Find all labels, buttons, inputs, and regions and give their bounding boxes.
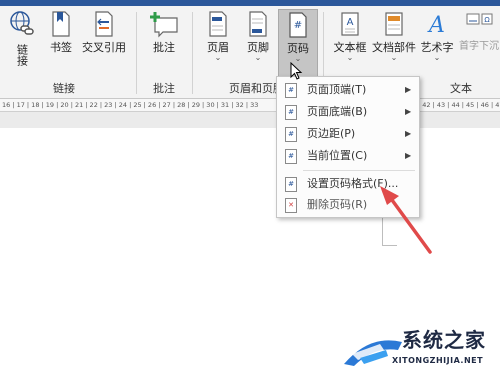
bookmark-label: 书签	[50, 41, 72, 54]
watermark-url: XITONGZHIJIA.NET	[392, 356, 484, 365]
submenu-arrow-icon: ▶	[405, 151, 412, 160]
menu-item-label: 设置页码格式(F)...	[307, 177, 399, 190]
horizontal-ruler[interactable]: 16 | 17 | 18 | 19 | 20 | 21 | 22 | 23 | …	[0, 99, 500, 112]
chevron-down-icon: ⌄	[214, 53, 222, 62]
link-button[interactable]: 链接	[6, 10, 38, 69]
link-label: 链接	[15, 44, 29, 66]
page-margins-icon: #	[285, 127, 297, 142]
format-page-number-icon: #	[285, 177, 297, 192]
svg-text:A: A	[347, 17, 354, 28]
footer-icon	[249, 11, 267, 37]
menu-item-label: 删除页码(R)	[307, 198, 368, 211]
small-insert-tools: Ω	[462, 12, 498, 41]
page-bottom-icon: #	[285, 105, 297, 120]
wordart-icon: A	[427, 13, 445, 38]
current-position-icon: #	[285, 149, 297, 164]
menu-item-label: 页面顶端(T)	[307, 83, 367, 96]
signature-line-icon[interactable]: Ω	[465, 12, 495, 38]
comment-label: 批注	[153, 41, 175, 54]
ruler-ticks-right: | 42 | 43 | 44 | 45 | 46 | 47 | 48 |	[418, 101, 500, 109]
new-comment-button[interactable]: 批注	[144, 10, 184, 54]
menu-item-format-page-numbers[interactable]: # 设置页码格式(F)...	[277, 173, 419, 195]
group-label-text: 文本	[450, 82, 472, 95]
submenu-arrow-icon: ▶	[405, 107, 412, 116]
chevron-down-icon: ⌄	[390, 53, 398, 62]
page-top-icon: #	[285, 83, 297, 98]
ribbon-separator	[136, 12, 137, 94]
menu-item-page-margins[interactable]: # 页边距(P) ▶	[277, 123, 419, 145]
header-icon	[209, 11, 227, 37]
page-number-icon: #	[289, 12, 307, 38]
svg-text:A: A	[427, 13, 445, 38]
svg-text:Ω: Ω	[484, 16, 490, 24]
margin-corner-mark	[382, 215, 397, 246]
menu-item-bottom-of-page[interactable]: # 页面底端(B) ▶	[277, 101, 419, 123]
chevron-down-icon: ⌄	[346, 53, 354, 62]
watermark-name: 系统之家	[402, 328, 486, 352]
page-number-menu: # 页面顶端(T) ▶ # 页面底端(B) ▶ # 页边距(P) ▶ # 当前位…	[276, 76, 420, 218]
insert-ribbon: 链接 书签 交叉引用 链接 批注 批注 页眉 ⌄ 页脚 ⌄ # 页码 ⌄ 页眉和…	[0, 6, 500, 99]
menu-item-label: 当前位置(C)	[307, 149, 368, 162]
mouse-cursor-icon	[290, 62, 303, 80]
chevron-down-icon: ⌄	[433, 53, 441, 62]
text-box-icon: A	[341, 12, 359, 36]
ribbon-separator	[192, 12, 193, 94]
cross-reference-label: 交叉引用	[82, 41, 126, 54]
chevron-down-icon: ⌄	[254, 53, 262, 62]
cross-reference-button[interactable]: 交叉引用	[78, 10, 130, 54]
bookmark-button[interactable]: 书签	[44, 10, 78, 54]
bookmark-icon	[52, 11, 70, 37]
svg-text:#: #	[294, 20, 302, 31]
drop-cap-label: 首字下沉	[459, 41, 499, 52]
group-label-comments: 批注	[153, 82, 175, 95]
cross-reference-icon	[95, 11, 113, 37]
submenu-arrow-icon: ▶	[405, 129, 412, 138]
text-box-button[interactable]: A 文本框 ⌄	[330, 10, 370, 62]
header-button[interactable]: 页眉 ⌄	[200, 10, 236, 62]
menu-item-label: 页面底端(B)	[307, 105, 368, 118]
menu-divider	[303, 170, 415, 171]
footer-button[interactable]: 页脚 ⌄	[240, 10, 276, 62]
remove-page-number-icon: ✕	[285, 198, 297, 213]
wordart-button[interactable]: A 艺术字 ⌄	[419, 10, 455, 62]
quick-parts-button[interactable]: 文档部件 ⌄	[370, 10, 418, 62]
submenu-arrow-icon: ▶	[405, 85, 412, 94]
drop-cap-button[interactable]: 首字下沉	[458, 40, 500, 53]
quick-parts-icon	[385, 12, 403, 36]
add-comment-icon	[150, 12, 178, 38]
menu-item-remove-page-numbers[interactable]: ✕ 删除页码(R)	[277, 194, 419, 216]
menu-item-top-of-page[interactable]: # 页面顶端(T) ▶	[277, 79, 419, 101]
ruler-ticks-left: 16 | 17 | 18 | 19 | 20 | 21 | 22 | 23 | …	[2, 101, 259, 109]
group-label-links: 链接	[53, 82, 75, 95]
menu-item-current-position[interactable]: # 当前位置(C) ▶	[277, 145, 419, 167]
menu-item-label: 页边距(P)	[307, 127, 356, 140]
globe-link-icon	[10, 11, 34, 35]
